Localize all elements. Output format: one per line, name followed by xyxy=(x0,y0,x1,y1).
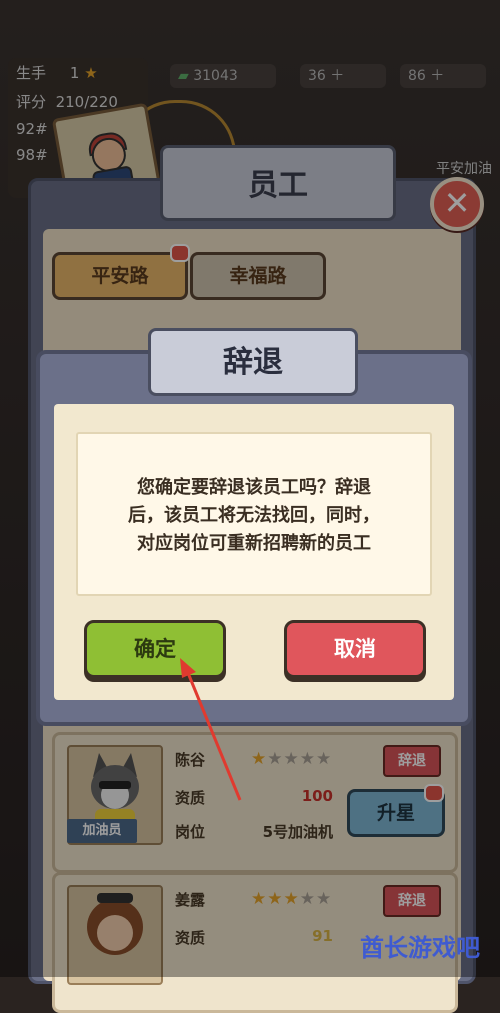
watermark: 酋长游戏吧 xyxy=(360,934,480,962)
dialog-message-line: 您确定要辞退该员工吗？辞退 xyxy=(137,477,371,498)
cancel-button[interactable]: 取消 xyxy=(284,620,426,678)
dialog-message: 您确定要辞退该员工吗？辞退 后，该员工将无法找回，同时， 对应岗位可重新招聘新的… xyxy=(78,474,430,558)
dismiss-dialog: 您确定要辞退该员工吗？辞退 后，该员工将无法找回，同时， 对应岗位可重新招聘新的… xyxy=(36,350,472,726)
message-paper: 您确定要辞退该员工吗？辞退 后，该员工将无法找回，同时， 对应岗位可重新招聘新的… xyxy=(76,432,432,596)
confirm-button[interactable]: 确定 xyxy=(84,620,226,678)
dialog-message-line: 后，该员工将无法找回，同时， xyxy=(128,505,380,526)
dialog-title: 辞退 xyxy=(148,328,358,396)
dialog-message-line: 对应岗位可重新招聘新的员工 xyxy=(137,533,371,554)
